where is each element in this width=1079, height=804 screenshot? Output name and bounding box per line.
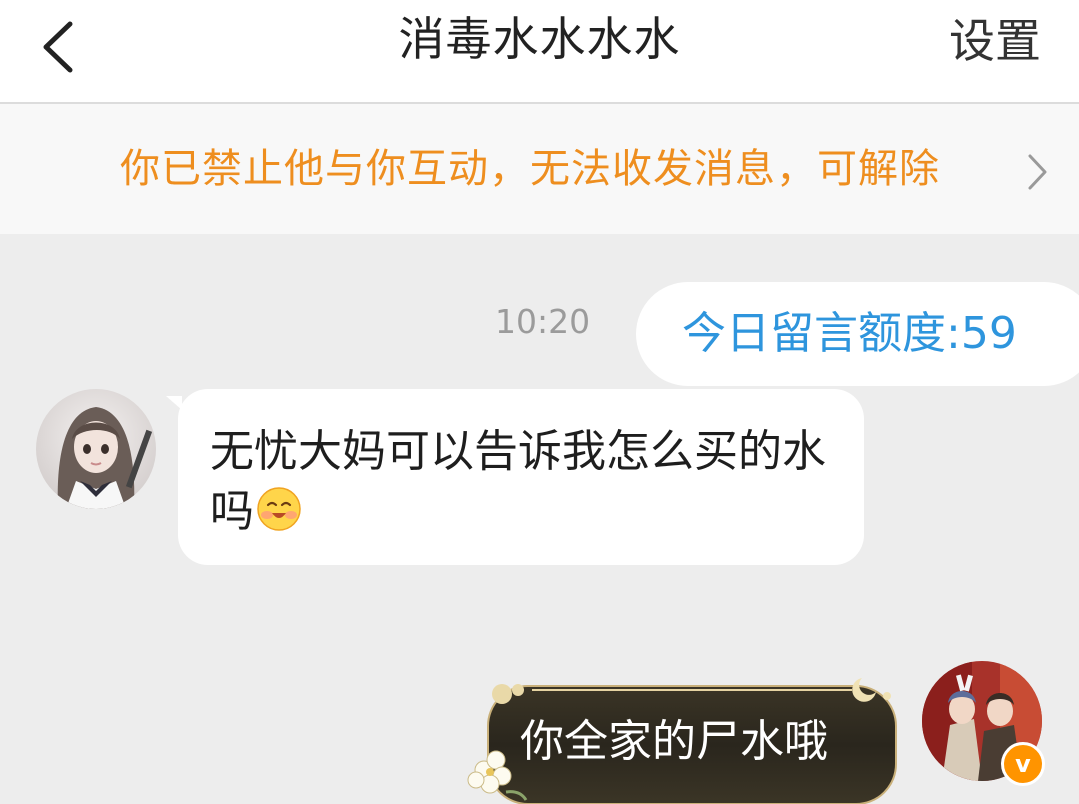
message-text: 无忧大妈可以告诉我怎么买的水吗 [210, 422, 850, 542]
user-avatar-image [36, 389, 156, 509]
top-bar: 消毒水水水水 设置 [0, 0, 1079, 104]
message-quota-pill: 今日留言额度:59 [636, 282, 1079, 386]
message-text-content: 无忧大妈可以告诉我怎么买的水吗 [210, 426, 826, 537]
settings-button[interactable]: 设置 [949, 12, 1041, 70]
message-timestamp: 10:20 [495, 302, 591, 341]
blocked-notice-text: 你已禁止他与你互动，无法收发消息，可解除 [120, 146, 940, 192]
vip-badge: v [1001, 742, 1045, 786]
smiling-emoji-icon [257, 487, 301, 531]
message-text-outgoing: 你全家的尸水哦 [520, 716, 828, 767]
avatar[interactable] [36, 389, 156, 509]
chevron-right-icon [1028, 154, 1047, 190]
page-title: 消毒水水水水 [398, 12, 681, 66]
blocked-notice-banner[interactable]: 你已禁止他与你互动，无法收发消息，可解除 [0, 104, 1079, 234]
